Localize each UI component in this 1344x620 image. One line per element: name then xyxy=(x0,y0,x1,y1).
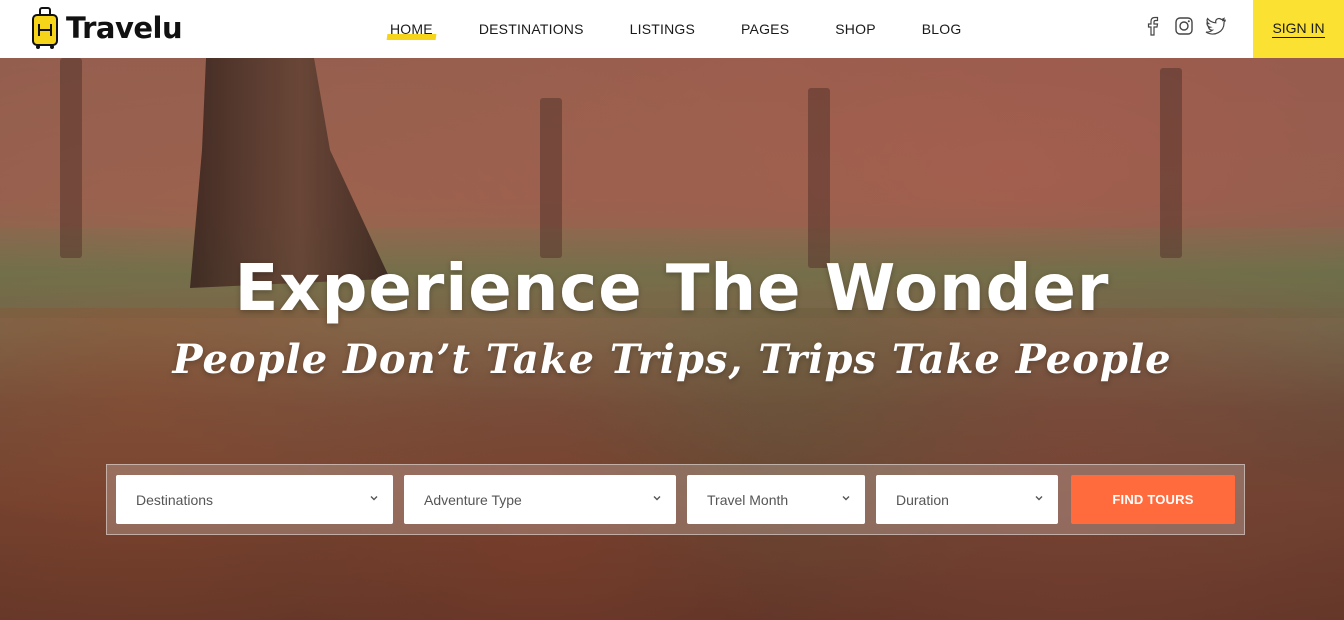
site-header: Travelu HOME DESTINATIONS LISTINGS PAGES… xyxy=(0,0,1344,58)
travel-month-select[interactable]: Travel Month xyxy=(687,475,865,524)
facebook-icon[interactable] xyxy=(1140,14,1164,38)
tour-search-bar: Destinations Adventure Type Travel Month… xyxy=(106,464,1245,535)
nav-blog[interactable]: BLOG xyxy=(922,17,962,41)
nav-home[interactable]: HOME xyxy=(390,17,433,41)
find-tours-button[interactable]: FIND TOURS xyxy=(1071,475,1235,524)
twitter-icon[interactable] xyxy=(1204,14,1228,38)
nav-pages[interactable]: PAGES xyxy=(741,17,789,41)
sign-in-label: SIGN IN xyxy=(1272,20,1325,38)
nav-shop[interactable]: SHOP xyxy=(835,17,875,41)
main-nav: HOME DESTINATIONS LISTINGS PAGES SHOP BL… xyxy=(390,0,1007,58)
hero-tagline: People Don’t Take Trips, Trips Take Peop… xyxy=(172,336,1172,383)
brand-logo[interactable]: Travelu xyxy=(30,6,183,50)
select-label: Duration xyxy=(896,491,949,508)
suitcase-icon xyxy=(30,6,60,50)
nav-destinations[interactable]: DESTINATIONS xyxy=(479,17,584,41)
social-links xyxy=(1140,14,1228,38)
select-label: Travel Month xyxy=(707,491,789,508)
brand-name: Travelu xyxy=(66,11,183,45)
select-label: Adventure Type xyxy=(424,491,522,508)
destinations-select[interactable]: Destinations xyxy=(116,475,393,524)
sign-in-button[interactable]: SIGN IN xyxy=(1253,0,1344,58)
hero-title: Experience The Wonder xyxy=(234,252,1110,326)
duration-select[interactable]: Duration xyxy=(876,475,1058,524)
adventure-type-select[interactable]: Adventure Type xyxy=(404,475,676,524)
chevron-down-icon xyxy=(653,496,661,501)
chevron-down-icon xyxy=(370,496,378,501)
chevron-down-icon xyxy=(842,496,850,501)
instagram-icon[interactable] xyxy=(1172,14,1196,38)
nav-listings[interactable]: LISTINGS xyxy=(630,17,695,41)
chevron-down-icon xyxy=(1035,496,1043,501)
select-label: Destinations xyxy=(136,491,214,508)
